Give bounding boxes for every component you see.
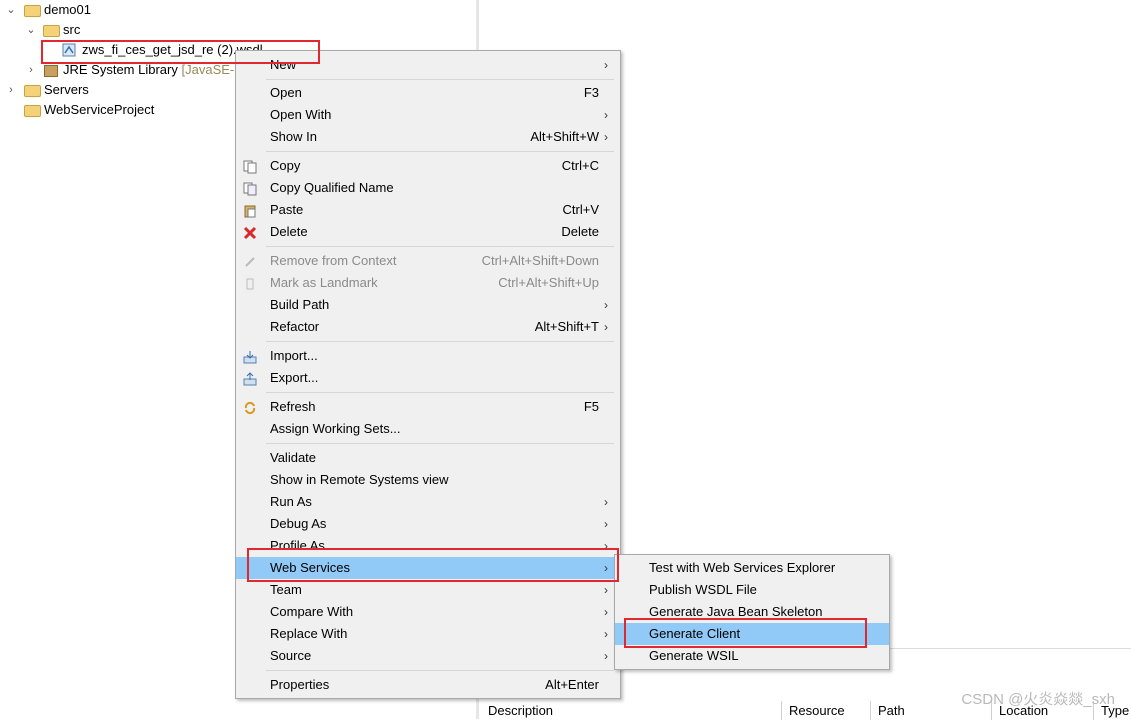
submenu-item-test-explorer[interactable]: Test with Web Services Explorer (615, 557, 889, 579)
annotation-box-file (41, 40, 320, 64)
menu-item-compare-with[interactable]: Compare With › (236, 601, 620, 623)
menu-item-debug-as[interactable]: Debug As › (236, 513, 620, 535)
chevron-right-icon: › (604, 649, 608, 663)
menu-item-source[interactable]: Source › (236, 645, 620, 667)
menu-item-delete[interactable]: Delete Delete (236, 221, 620, 243)
library-icon (44, 65, 58, 77)
chevron-right-icon: › (604, 130, 608, 144)
menu-item-properties[interactable]: Properties Alt+Enter (236, 674, 620, 696)
tree-label: demo01 (44, 2, 91, 17)
chevron-right-icon: › (604, 108, 608, 122)
annotation-box-generate-client (624, 618, 867, 648)
refresh-icon (243, 400, 257, 415)
chevron-right-icon: › (604, 583, 608, 597)
chevron-right-icon: › (604, 495, 608, 509)
submenu-item-publish-wsdl[interactable]: Publish WSDL File (615, 579, 889, 601)
project-folder-icon (24, 5, 41, 17)
chevron-down-icon[interactable]: ⌄ (5, 0, 17, 20)
tree-label: WebServiceProject (44, 102, 155, 117)
remove-context-icon (243, 254, 257, 268)
chevron-right-icon[interactable]: › (25, 60, 37, 80)
package-folder-icon (43, 25, 60, 37)
menu-item-copy[interactable]: Copy Ctrl+C (236, 155, 620, 177)
submenu-item-generate-wsil[interactable]: Generate WSIL (615, 645, 889, 667)
menu-item-export[interactable]: Export... (236, 367, 620, 389)
paste-icon (243, 203, 257, 218)
menu-item-build-path[interactable]: Build Path › (236, 294, 620, 316)
menu-item-paste[interactable]: Paste Ctrl+V (236, 199, 620, 221)
chevron-right-icon: › (604, 517, 608, 531)
menu-item-show-in[interactable]: Show In Alt+Shift+W › (236, 126, 620, 148)
export-icon (243, 371, 257, 386)
menu-item-assign-working-sets[interactable]: Assign Working Sets... (236, 418, 620, 440)
web-services-submenu: Test with Web Services Explorer Publish … (614, 554, 890, 670)
column-resource[interactable]: Resource (781, 701, 871, 720)
menu-item-show-remote-systems[interactable]: Show in Remote Systems view (236, 469, 620, 491)
tree-label: src (63, 22, 81, 37)
menu-item-open[interactable]: Open F3 (236, 82, 620, 104)
menu-item-mark-as-landmark[interactable]: Mark as Landmark Ctrl+Alt+Shift+Up (236, 272, 620, 294)
tree-item-demo01[interactable]: ⌄ demo01 (0, 0, 476, 20)
tree-label: Servers (44, 82, 89, 97)
chevron-right-icon: › (604, 627, 608, 641)
menu-item-copy-qualified-name[interactable]: Copy Qualified Name (236, 177, 620, 199)
menu-item-validate[interactable]: Validate (236, 447, 620, 469)
menu-item-run-as[interactable]: Run As › (236, 491, 620, 513)
tree-item-src[interactable]: ⌄ src (0, 20, 476, 40)
project-folder-icon (24, 105, 41, 117)
chevron-right-icon: › (604, 320, 608, 334)
menu-item-replace-with[interactable]: Replace With › (236, 623, 620, 645)
delete-icon (243, 225, 257, 240)
context-menu: New › Open F3 Open With › Show In Alt+Shift+… (235, 50, 621, 699)
column-description[interactable]: Description (481, 701, 780, 720)
menu-item-refresh[interactable]: Refresh F5 (236, 396, 620, 418)
chevron-right-icon[interactable]: › (5, 80, 17, 100)
menu-item-remove-from-context[interactable]: Remove from Context Ctrl+Alt+Shift+Down (236, 250, 620, 272)
chevron-right-icon: › (604, 605, 608, 619)
menu-item-team[interactable]: Team › (236, 579, 620, 601)
annotation-box-web-services (247, 548, 619, 582)
chevron-down-icon[interactable]: ⌄ (25, 20, 37, 40)
menu-item-import[interactable]: Import... (236, 345, 620, 367)
watermark: CSDN @火炎焱燚_sxh (961, 691, 1115, 708)
copy-icon (243, 159, 257, 174)
menu-item-refactor[interactable]: Refactor Alt+Shift+T › (236, 316, 620, 338)
folder-icon (24, 85, 41, 97)
landmark-icon (243, 276, 257, 290)
copy-qualified-icon (243, 181, 257, 196)
chevron-right-icon: › (604, 58, 608, 72)
menu-item-open-with[interactable]: Open With › (236, 104, 620, 126)
import-icon (243, 349, 257, 364)
chevron-right-icon: › (604, 298, 608, 312)
